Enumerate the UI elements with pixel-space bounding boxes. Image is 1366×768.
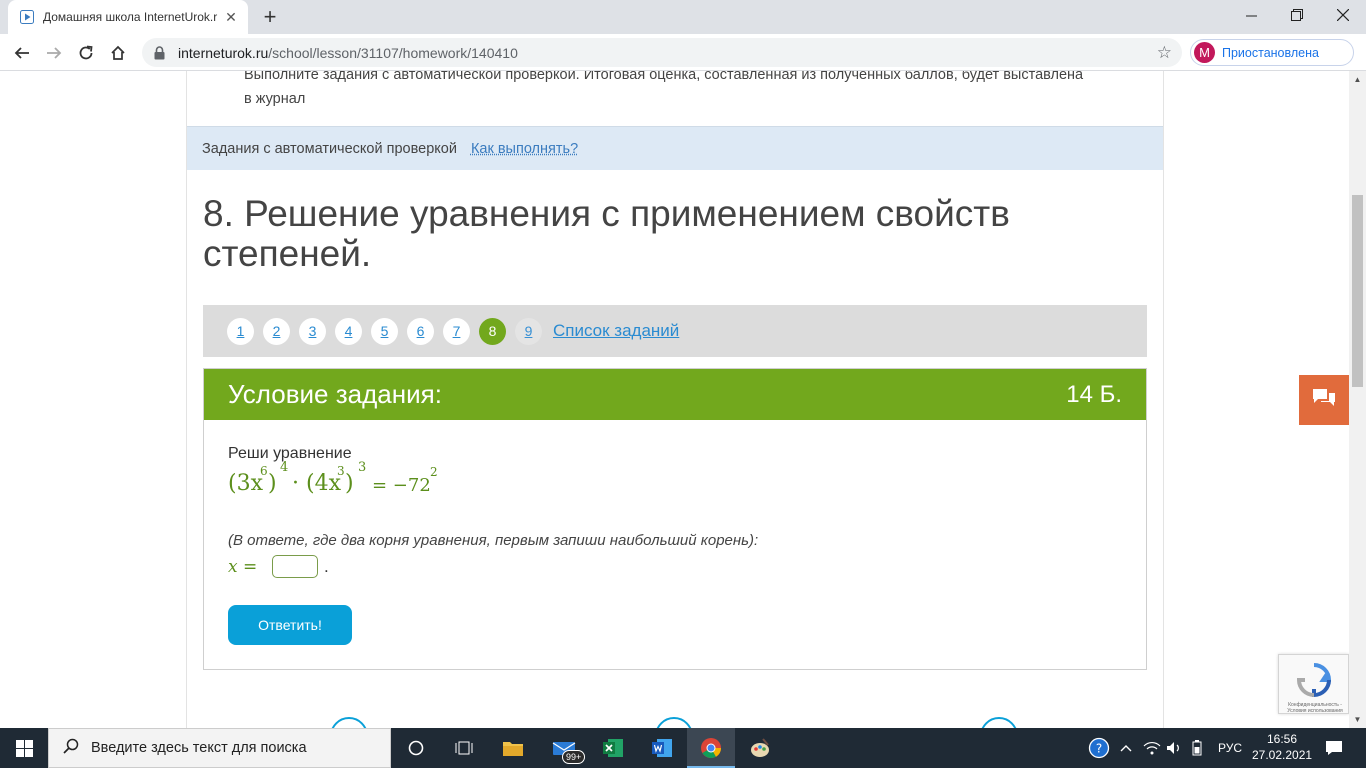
task-link-9[interactable]: 9 [515, 317, 542, 345]
tab-title: Домашняя школа InternetUrok.r [43, 10, 218, 24]
task-link-8-current[interactable]: 8 [479, 317, 506, 345]
reload-icon[interactable] [72, 39, 100, 67]
page-scrollbar[interactable]: ▲ ▼ [1349, 71, 1366, 728]
chat-button[interactable] [1299, 375, 1349, 425]
mail-unread-badge: 99+ [562, 750, 586, 764]
file-explorer-icon[interactable] [489, 728, 537, 768]
equation-part-5: = −72 [372, 475, 431, 496]
equation-exp-2: 4 [280, 460, 289, 475]
lock-icon[interactable] [154, 45, 168, 60]
page-viewport: Выполните задания с автоматической прове… [0, 71, 1349, 728]
url-host: interneturok.ru [178, 44, 269, 61]
equation-part-1: (3x [228, 471, 263, 496]
system-clock[interactable]: 16:56 27.02.2021 [1252, 731, 1312, 763]
how-to-link[interactable]: Как выполнять? [471, 141, 578, 157]
equation-exp-3: 3 [337, 464, 345, 478]
equation-exp-1: 6 [260, 464, 268, 478]
condition-box: Условие задания: 14 Б. Реши уравнение (3… [203, 368, 1147, 670]
scroll-thumb[interactable] [1352, 195, 1363, 387]
task-link-7[interactable]: 7 [443, 317, 470, 345]
auto-check-bar: Задания с автоматической проверкой Как в… [187, 126, 1163, 170]
site-favicon-icon [20, 10, 34, 24]
profile-button[interactable]: M Приостановлена [1190, 39, 1354, 66]
answer-dot: . [324, 557, 329, 576]
avatar: M [1194, 42, 1215, 63]
help-icon[interactable]: ? [1088, 728, 1110, 768]
answer-hint: (В ответе, где два корня уравнения, перв… [228, 532, 759, 549]
scroll-up-icon[interactable]: ▲ [1349, 71, 1366, 88]
new-tab-icon[interactable]: + [258, 4, 282, 29]
search-icon [63, 738, 79, 759]
browser-tab[interactable]: Домашняя школа InternetUrok.r ✕ [8, 0, 248, 34]
task-link-4[interactable]: 4 [335, 317, 362, 345]
profile-status: Приостановлена [1222, 45, 1319, 60]
restore-icon[interactable] [1274, 0, 1320, 30]
volume-icon[interactable] [1166, 728, 1182, 768]
svg-text:?: ? [1096, 742, 1102, 756]
network-icon[interactable] [1143, 728, 1161, 768]
task-link-1[interactable]: 1 [227, 317, 254, 345]
task-link-2[interactable]: 2 [263, 317, 290, 345]
equation-exp-5: 2 [430, 465, 438, 479]
answer-variable: x = [228, 557, 258, 577]
url-text: interneturok.ru/school/lesson/31107/home… [178, 45, 518, 61]
cortana-icon[interactable] [392, 728, 440, 768]
chat-icon [1311, 387, 1337, 414]
equation-part-2: ) [268, 471, 277, 496]
forward-icon[interactable] [40, 39, 68, 67]
close-window-icon[interactable] [1320, 0, 1366, 30]
recaptcha-icon [1296, 663, 1332, 698]
condition-title: Условие задания: [228, 379, 442, 409]
task-instruction: Реши уравнение [228, 445, 352, 462]
excel-icon[interactable] [589, 728, 637, 768]
clock-time: 16:56 [1266, 732, 1298, 746]
answer-input[interactable] [272, 555, 318, 578]
windows-start-icon[interactable] [0, 728, 48, 768]
address-bar[interactable]: interneturok.ru/school/lesson/31107/home… [142, 38, 1182, 67]
task-link-3[interactable]: 3 [299, 317, 326, 345]
home-icon[interactable] [104, 39, 132, 67]
clock-date: 27.02.2021 [1252, 748, 1313, 762]
page-title: 8. Решение уравнения с применением свойс… [203, 193, 1010, 274]
taskbar-search[interactable]: Введите здесь текст для поиска [48, 728, 391, 768]
task-view-icon[interactable] [440, 728, 488, 768]
equation-exp-4: 3 [358, 460, 367, 475]
browser-toolbar: interneturok.ru/school/lesson/31107/home… [0, 34, 1366, 71]
submit-answer-button[interactable]: Ответить! [228, 605, 352, 645]
intro-line-2: в журнал [244, 91, 306, 107]
recaptcha-terms[interactable]: Конфиденциальность - Условия использован… [1283, 702, 1347, 714]
browser-tab-bar: Домашняя школа InternetUrok.r ✕ + [0, 0, 1366, 34]
paint-icon[interactable] [736, 728, 784, 768]
back-icon[interactable] [8, 39, 36, 67]
recaptcha-badge[interactable]: Конфиденциальность - Условия использован… [1278, 654, 1349, 714]
word-icon[interactable] [638, 728, 686, 768]
task-link-6[interactable]: 6 [407, 317, 434, 345]
task-link-5[interactable]: 5 [371, 317, 398, 345]
windows-taskbar: Введите здесь текст для поиска 99+ ? РУС [0, 728, 1366, 768]
bookmark-star-icon[interactable]: ☆ [1157, 43, 1172, 63]
equation-part-4: ) [345, 471, 354, 496]
scroll-down-icon[interactable]: ▼ [1349, 711, 1366, 728]
equation-part-3: · (4x [292, 471, 341, 496]
notifications-icon[interactable] [1325, 728, 1343, 768]
battery-icon[interactable] [1192, 728, 1202, 768]
condition-points: 14 Б. [1066, 380, 1122, 408]
auto-check-label: Задания с автоматической проверкой [202, 140, 457, 157]
show-hidden-icons-icon[interactable] [1120, 728, 1132, 768]
search-placeholder: Введите здесь текст для поиска [91, 740, 307, 756]
mail-icon[interactable]: 99+ [540, 728, 588, 768]
tab-close-icon[interactable]: ✕ [222, 8, 240, 26]
task-list-link[interactable]: Список заданий [553, 321, 679, 341]
intro-line-1: Выполните задания с автоматической прове… [244, 71, 1084, 83]
task-navigation: 1 2 3 4 5 6 7 8 9 Список заданий [203, 305, 1147, 357]
chrome-icon[interactable] [687, 728, 735, 768]
language-indicator[interactable]: РУС [1218, 728, 1242, 768]
minimize-icon[interactable] [1228, 0, 1274, 30]
condition-header: Условие задания: 14 Б. [204, 369, 1146, 420]
url-path: /school/lesson/31107/homework/140410 [268, 44, 518, 61]
